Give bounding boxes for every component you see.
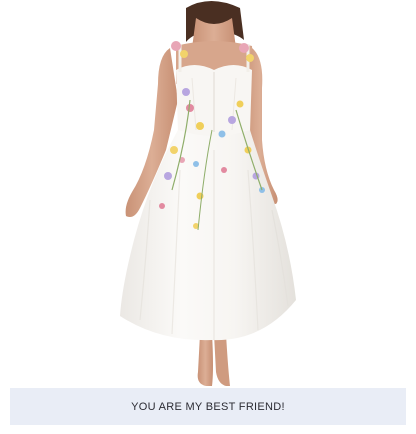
- caption-banner: YOU ARE MY BEST FRIEND!: [10, 388, 406, 425]
- product-photo: [120, 1, 296, 386]
- model-legs: [197, 334, 230, 386]
- caption-text: YOU ARE MY BEST FRIEND!: [131, 400, 285, 413]
